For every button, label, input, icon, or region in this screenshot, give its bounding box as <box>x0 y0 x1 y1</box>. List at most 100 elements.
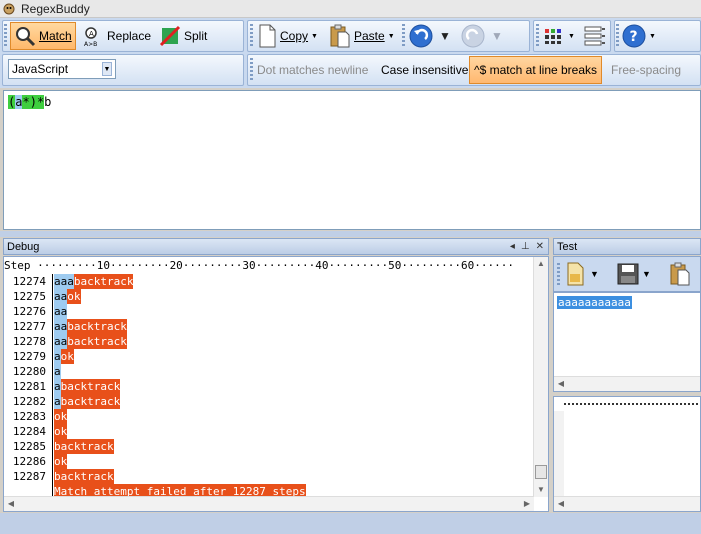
open-file-button[interactable]: ▼ <box>562 260 602 288</box>
save-icon <box>617 263 639 285</box>
svg-text:A: A <box>89 30 94 38</box>
debug-horizontal-scrollbar[interactable]: ◀ ▶ <box>4 496 534 511</box>
clipboard-icon <box>330 24 350 48</box>
option-line-breaks[interactable]: ^$ match at line breaks <box>469 56 603 84</box>
debug-step-number: 12282 <box>12 395 46 408</box>
save-dropdown-icon[interactable]: ▼ <box>642 269 651 279</box>
debug-vertical-scrollbar[interactable]: ▲ ▼ <box>533 257 548 497</box>
option-case-insensitive[interactable]: Case insensitive <box>377 56 472 84</box>
option-dot-newline[interactable]: Dot matches newline <box>253 56 372 84</box>
debug-step-number: 12279 <box>12 350 46 363</box>
scroll-up-icon[interactable]: ▲ <box>534 257 548 271</box>
redo-dropdown-icon: ▼ <box>491 29 503 43</box>
scroll-left-icon[interactable]: ◀ <box>554 497 568 511</box>
undo-button[interactable] <box>406 22 436 50</box>
regex-token[interactable]: ( <box>8 95 16 109</box>
debug-line: 12282 a backtrack <box>4 394 534 409</box>
test-subject-editor[interactable]: aaaaaaaaaaa ◀ <box>553 292 701 392</box>
debug-matched-text: aaa <box>54 274 74 289</box>
toolbar-grip-3[interactable] <box>402 24 405 48</box>
debug-output[interactable]: Step ·········10·········20·········30··… <box>3 256 549 512</box>
test-results-gutter <box>554 411 564 497</box>
debug-step-number: 12280 <box>12 365 46 378</box>
debug-line: 12279 a ok <box>4 349 534 364</box>
regex-text[interactable]: (a *) * b <box>8 95 51 109</box>
test-subject-text[interactable]: aaaaaaaaaaa <box>557 296 632 309</box>
regex-token[interactable]: a <box>15 95 23 109</box>
option-free-spacing[interactable]: Free-spacing <box>607 56 685 84</box>
layout-button[interactable]: ▼ <box>540 22 578 50</box>
test-horizontal-scrollbar[interactable]: ◀ <box>554 376 700 391</box>
replace-button[interactable]: A A>B Replace <box>79 22 154 50</box>
debug-gutter-line <box>52 424 53 439</box>
window-title: RegexBuddy <box>21 1 90 16</box>
paste-button[interactable]: Paste ▼ <box>326 22 398 50</box>
debug-result-text: backtrack <box>67 319 127 334</box>
copy-button[interactable]: Copy ▼ <box>254 22 321 50</box>
test-results-pane[interactable]: ◀ <box>553 396 701 512</box>
test-toolbar: ▼ ▼ <box>553 256 701 292</box>
paste-label: Paste <box>354 29 385 43</box>
test-panel-header: Test <box>553 238 701 255</box>
regex-token[interactable]: ) <box>29 95 37 109</box>
layout-dropdown-icon: ▼ <box>568 32 575 40</box>
regex-editor[interactable]: (a *) * b <box>3 90 701 230</box>
magnifier-icon <box>16 27 36 47</box>
toolbar-grip-7[interactable] <box>557 263 560 287</box>
debug-result-text: backtrack <box>67 334 127 349</box>
test-paste-button[interactable] <box>666 260 694 288</box>
debug-ruler: Step ·········10·········20·········30··… <box>4 259 514 272</box>
redo-button[interactable] <box>458 22 488 50</box>
debug-result-text: backtrack <box>60 394 121 409</box>
open-file-dropdown-icon[interactable]: ▼ <box>590 269 599 279</box>
open-file-icon <box>567 262 584 286</box>
help-button[interactable]: ? ▼ <box>619 22 659 50</box>
match-button[interactable]: Match <box>10 22 76 50</box>
debug-result-text: ok <box>60 349 74 364</box>
regex-token[interactable]: * <box>22 95 30 109</box>
flavor-select[interactable]: JavaScript ▼ <box>8 59 116 79</box>
scroll-right-icon[interactable]: ▶ <box>520 497 534 511</box>
svg-text:?: ? <box>630 29 638 45</box>
save-button[interactable]: ▼ <box>614 260 654 288</box>
regex-token[interactable]: * <box>36 95 45 109</box>
debug-gutter-line <box>52 319 53 334</box>
debug-line: 12287 backtrack <box>4 469 534 484</box>
scroll-left-icon[interactable]: ◀ <box>554 377 568 391</box>
debug-gutter-line <box>52 274 53 289</box>
paste-dropdown-icon[interactable]: ▼ <box>388 33 395 40</box>
split-button[interactable]: Split <box>156 22 210 50</box>
copy-label: Copy <box>280 29 309 43</box>
app-icon <box>3 3 15 14</box>
debug-line: 12280 a <box>4 364 534 379</box>
redo-dropdown[interactable]: ▼ <box>488 22 506 50</box>
debug-step-number: 12278 <box>12 335 46 348</box>
panel-menu-icon[interactable]: ◂ <box>510 241 515 252</box>
copy-dropdown-icon[interactable]: ▼ <box>311 33 318 40</box>
toolbar-grip[interactable] <box>4 24 7 48</box>
undo-dropdown[interactable]: ▼ <box>436 22 454 50</box>
redo-icon <box>461 24 485 48</box>
debug-scroll-thumb[interactable] <box>535 465 547 479</box>
panels-button[interactable] <box>580 22 610 50</box>
scroll-left-icon[interactable]: ◀ <box>4 497 18 511</box>
close-icon[interactable]: ✕ <box>536 241 544 252</box>
debug-step-number: 12285 <box>12 440 46 453</box>
debug-result-text: ok <box>67 289 81 304</box>
option-free-spacing-label: Free-spacing <box>611 63 682 77</box>
regex-token[interactable]: b <box>44 95 51 109</box>
help-icon: ? <box>622 24 646 48</box>
debug-matched-text: a <box>54 379 61 394</box>
chevron-down-icon[interactable]: ▼ <box>102 62 112 76</box>
scroll-down-icon[interactable]: ▼ <box>534 483 548 497</box>
debug-step-number: 12287 <box>12 470 46 483</box>
debug-step-number: 12275 <box>12 290 46 303</box>
debug-line: 12286 ok <box>4 454 534 469</box>
toolbar-grip-4[interactable] <box>536 24 539 48</box>
test-panel-title: Test <box>557 240 578 253</box>
horizontal-splitter[interactable] <box>0 231 701 237</box>
debug-step-number: 12274 <box>12 275 46 288</box>
test-results-scrollbar[interactable]: ◀ <box>554 496 700 511</box>
pin-icon[interactable]: ⊥ <box>521 241 530 252</box>
toolbar-grip-2[interactable] <box>250 24 253 48</box>
